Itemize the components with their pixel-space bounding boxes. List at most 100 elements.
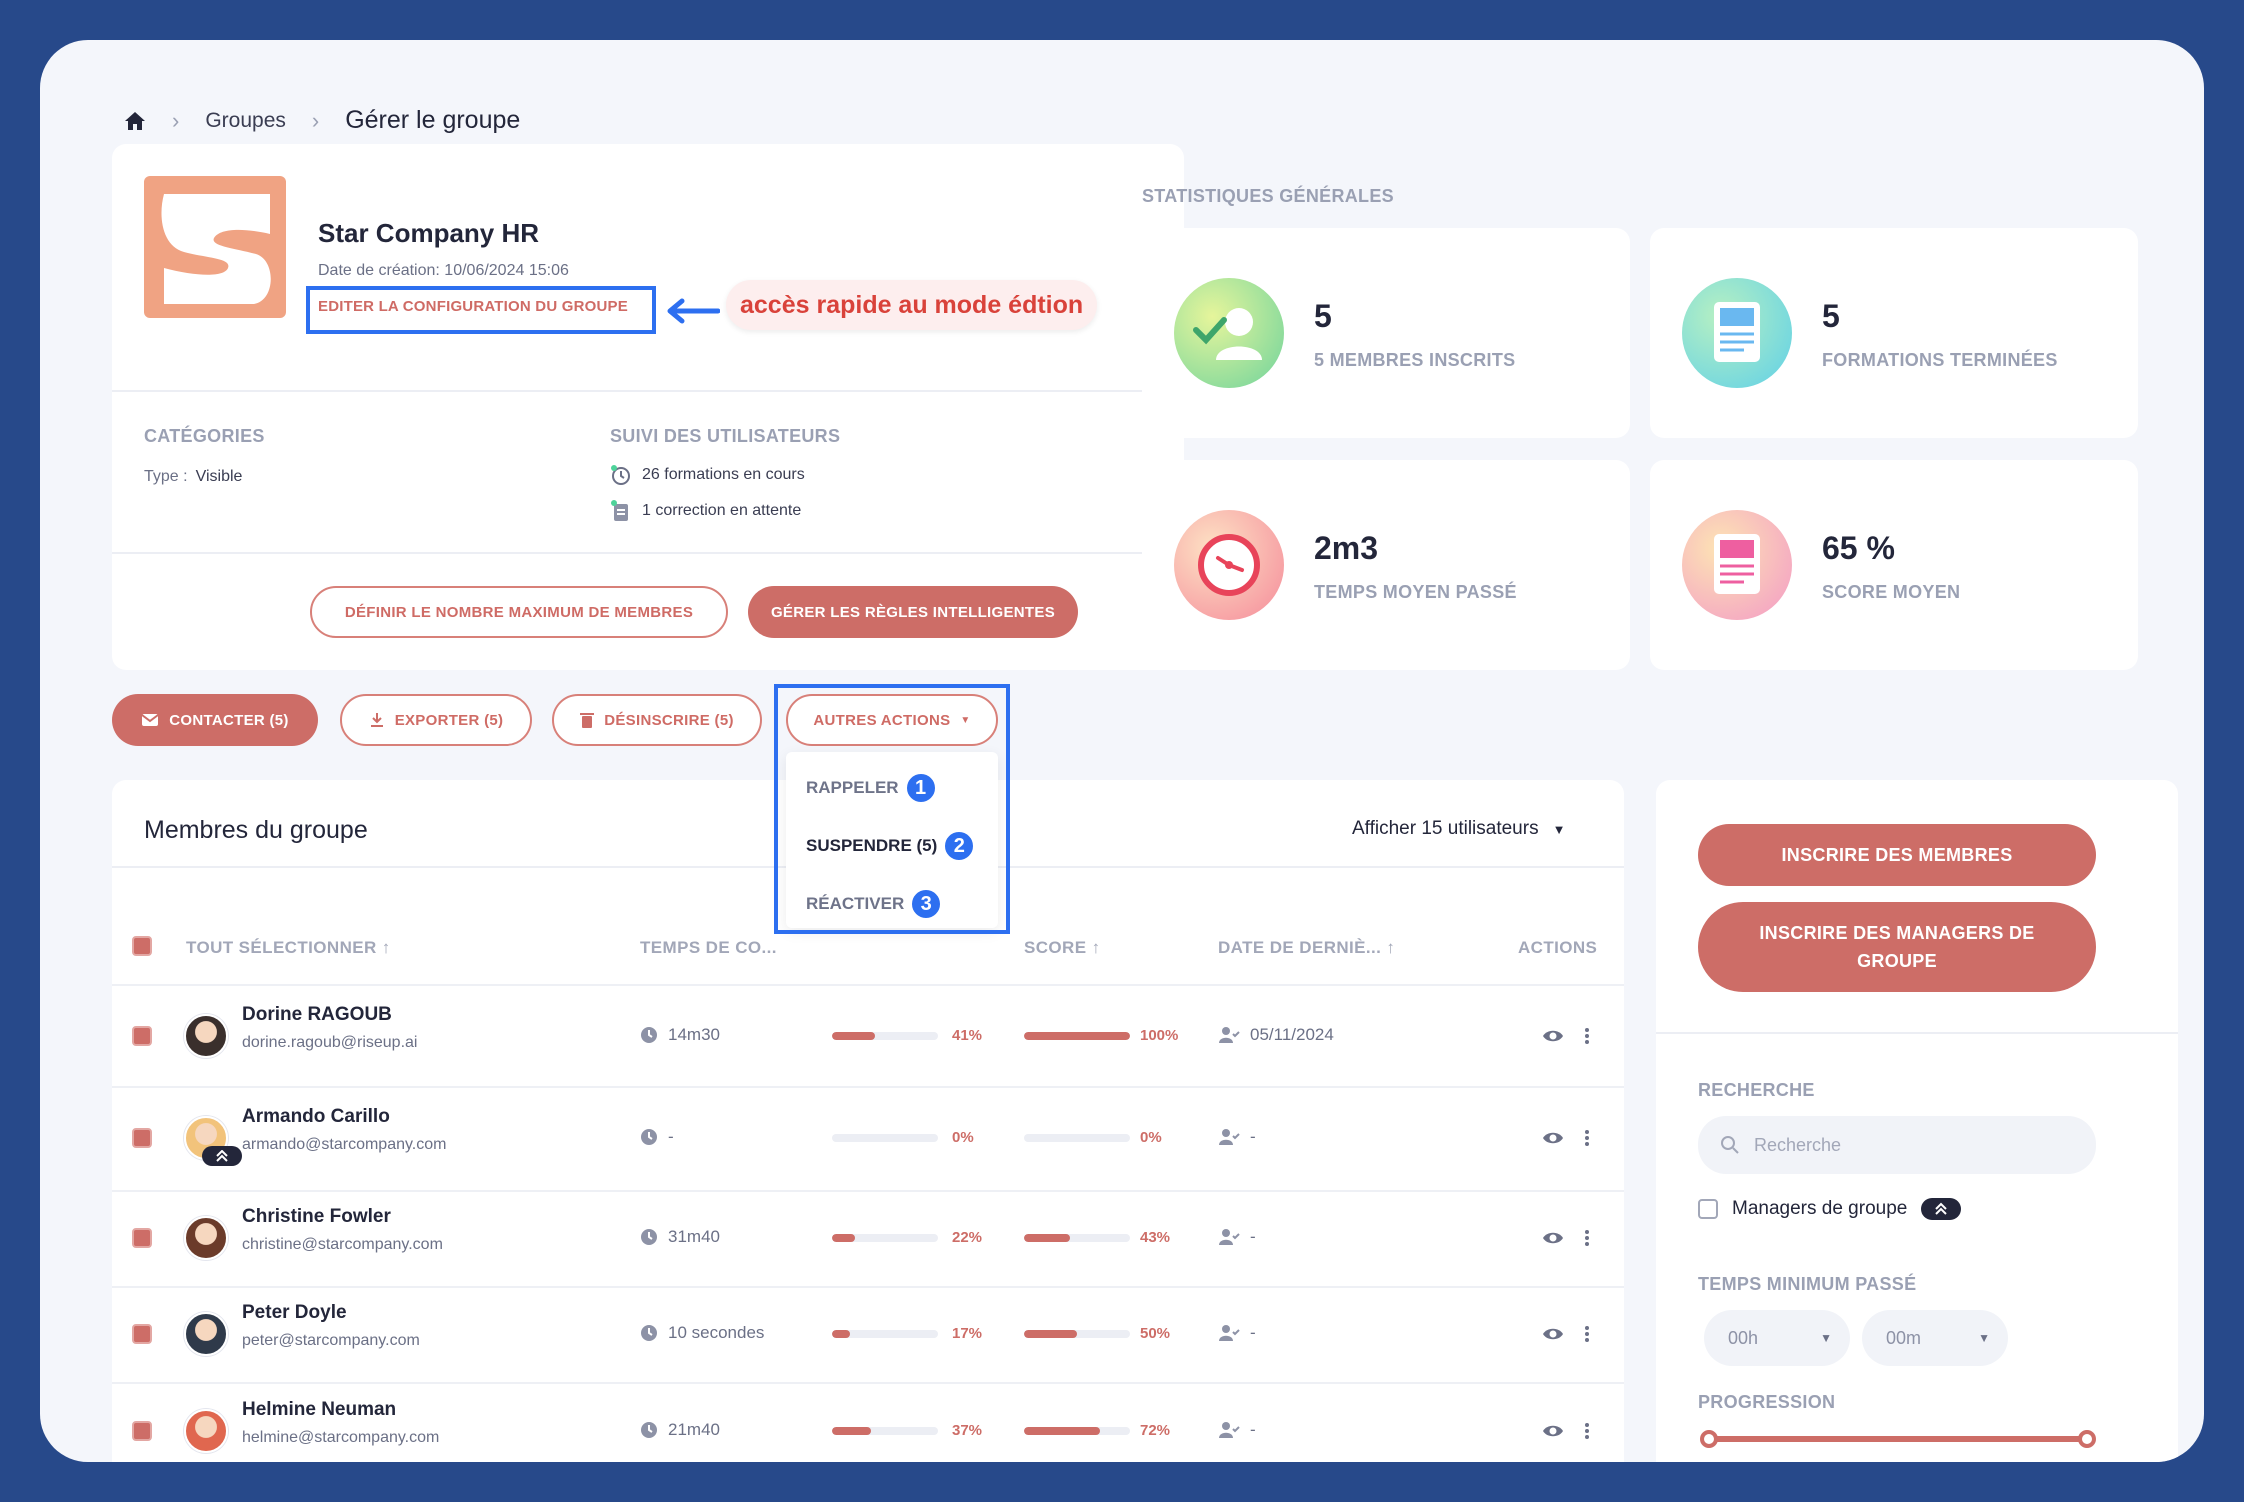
last-date-cell: - — [1218, 1323, 1256, 1343]
breadcrumb-groupes[interactable]: Groupes — [205, 109, 286, 133]
member-name[interactable]: Dorine RAGOUB — [242, 1004, 392, 1026]
divider — [1656, 1032, 2178, 1034]
unsubscribe-button[interactable]: DÉSINSCRIRE (5) — [552, 694, 762, 746]
user-check-icon — [1219, 1229, 1240, 1245]
clock-icon — [641, 1129, 657, 1145]
header-last-date[interactable]: DATE DE DERNIÈ... ↑ — [1218, 938, 1395, 958]
members-icon — [1174, 278, 1284, 388]
progress-title: PROGRESSION — [1698, 1392, 1836, 1412]
header-time[interactable]: TEMPS DE CO... — [640, 938, 777, 958]
more-vertical-icon[interactable] — [1584, 1422, 1590, 1440]
score-bar — [1024, 1234, 1130, 1242]
member-name[interactable]: Peter Doyle — [242, 1302, 347, 1324]
hours-select[interactable]: 00h ▼ — [1704, 1310, 1850, 1366]
score-percent: 43% — [1140, 1229, 1171, 1246]
clock-icon — [641, 1027, 657, 1043]
header-score[interactable]: SCORE ↑ — [1024, 938, 1101, 958]
enroll-managers-button[interactable]: INSCRIRE DES MANAGERS DE GROUPE — [1698, 902, 2096, 992]
contact-button[interactable]: CONTACTER (5) — [112, 694, 318, 746]
divider — [112, 984, 1624, 986]
managers-checkbox[interactable] — [1698, 1199, 1718, 1219]
score-percent: 72% — [1140, 1422, 1171, 1439]
search-input[interactable]: Recherche — [1698, 1116, 2096, 1174]
member-email: armando@starcompany.com — [242, 1136, 447, 1153]
last-date-cell: 05/11/2024 — [1218, 1025, 1334, 1045]
type-value: Visible — [195, 468, 243, 485]
progress-bar — [832, 1330, 938, 1338]
user-check-icon — [1219, 1027, 1240, 1043]
more-vertical-icon[interactable] — [1584, 1027, 1590, 1045]
divider — [112, 1086, 1624, 1088]
avatar — [184, 1409, 228, 1453]
avatar — [184, 1216, 228, 1260]
progress-bar-fill — [832, 1032, 876, 1040]
score-bar — [1024, 1134, 1130, 1142]
eye-icon[interactable] — [1542, 1422, 1564, 1440]
progress-percent: 41% — [952, 1027, 983, 1044]
group-logo — [144, 176, 286, 318]
score-bar-fill — [1024, 1234, 1070, 1242]
score-bar — [1024, 1032, 1130, 1040]
home-icon[interactable] — [124, 111, 146, 131]
member-name[interactable]: Christine Fowler — [242, 1206, 391, 1228]
caret-down-icon: ▼ — [1820, 1331, 1832, 1345]
show-users-select[interactable]: Afficher 15 utilisateurs ▼ — [1352, 818, 1565, 840]
more-vertical-icon[interactable] — [1584, 1129, 1590, 1147]
progress-range-handle-max[interactable] — [2078, 1430, 2096, 1448]
enroll-members-button[interactable]: INSCRIRE DES MEMBRES — [1698, 824, 2096, 886]
divider — [112, 552, 1184, 554]
row-checkbox[interactable] — [132, 1421, 152, 1441]
row-checkbox[interactable] — [132, 1026, 152, 1046]
eye-icon[interactable] — [1542, 1325, 1564, 1343]
clock-history-icon — [611, 465, 630, 485]
select-all-checkbox[interactable] — [132, 936, 152, 956]
stat-label: 5 MEMBRES INSCRITS — [1314, 350, 1516, 370]
annotation-callout: accès rapide au mode édtion — [726, 280, 1098, 330]
set-max-members-button[interactable]: DÉFINIR LE NOMBRE MAXIMUM DE MEMBRES — [310, 586, 728, 638]
eye-icon[interactable] — [1542, 1229, 1564, 1247]
progress-range-handle-min[interactable] — [1700, 1430, 1718, 1448]
sort-arrow-icon: ↑ — [1091, 938, 1101, 957]
row-checkbox[interactable] — [132, 1324, 152, 1344]
score-bar-fill — [1024, 1330, 1077, 1338]
score-bar-fill — [1024, 1427, 1101, 1435]
stats-title: STATISTIQUES GÉNÉRALES — [1142, 186, 1394, 206]
member-name[interactable]: Helmine Neuman — [242, 1399, 396, 1421]
user-check-icon — [1219, 1422, 1240, 1438]
row-checkbox[interactable] — [132, 1128, 152, 1148]
last-date-cell: - — [1218, 1127, 1256, 1147]
divider — [112, 390, 1184, 392]
minutes-select[interactable]: 00m ▼ — [1862, 1310, 2008, 1366]
time-cell: 31m40 — [640, 1227, 720, 1247]
page-title: Gérer le groupe — [345, 106, 521, 134]
managers-filter[interactable]: Managers de groupe — [1698, 1198, 1962, 1220]
eye-icon[interactable] — [1542, 1129, 1564, 1147]
eye-icon[interactable] — [1542, 1027, 1564, 1045]
members-title: Membres du groupe — [144, 816, 368, 844]
tracking-corrections: 1 correction en attente — [610, 500, 801, 522]
chevron-right-icon: › — [311, 107, 320, 133]
time-cell: 14m30 — [640, 1025, 720, 1045]
progress-bar — [832, 1134, 938, 1142]
stat-card-members: 5 5 MEMBRES INSCRITS — [1142, 228, 1630, 438]
score-percent: 100% — [1140, 1027, 1179, 1044]
manage-smart-rules-button[interactable]: GÉRER LES RÈGLES INTELLIGENTES — [748, 586, 1078, 638]
arrow-left-icon — [667, 298, 720, 324]
manager-badge-icon — [202, 1146, 242, 1166]
edit-group-config-link[interactable]: EDITER LA CONFIGURATION DU GROUPE — [318, 298, 628, 315]
member-name[interactable]: Armando Carillo — [242, 1106, 390, 1128]
header-select-all[interactable]: TOUT SÉLECTIONNER ↑ — [186, 938, 391, 958]
more-vertical-icon[interactable] — [1584, 1229, 1590, 1247]
more-vertical-icon[interactable] — [1584, 1325, 1590, 1343]
envelope-icon — [141, 714, 159, 726]
progress-percent: 37% — [952, 1422, 983, 1439]
clock-icon — [1174, 510, 1284, 620]
tracking-courses: 26 formations en cours — [610, 464, 805, 486]
stat-label: FORMATIONS TERMINÉES — [1822, 350, 2058, 370]
stat-label: SCORE MOYEN — [1822, 582, 1961, 602]
download-icon — [370, 713, 383, 727]
user-check-icon — [1219, 1325, 1240, 1341]
time-cell: 21m40 — [640, 1420, 720, 1440]
export-button[interactable]: EXPORTER (5) — [340, 694, 532, 746]
row-checkbox[interactable] — [132, 1228, 152, 1248]
